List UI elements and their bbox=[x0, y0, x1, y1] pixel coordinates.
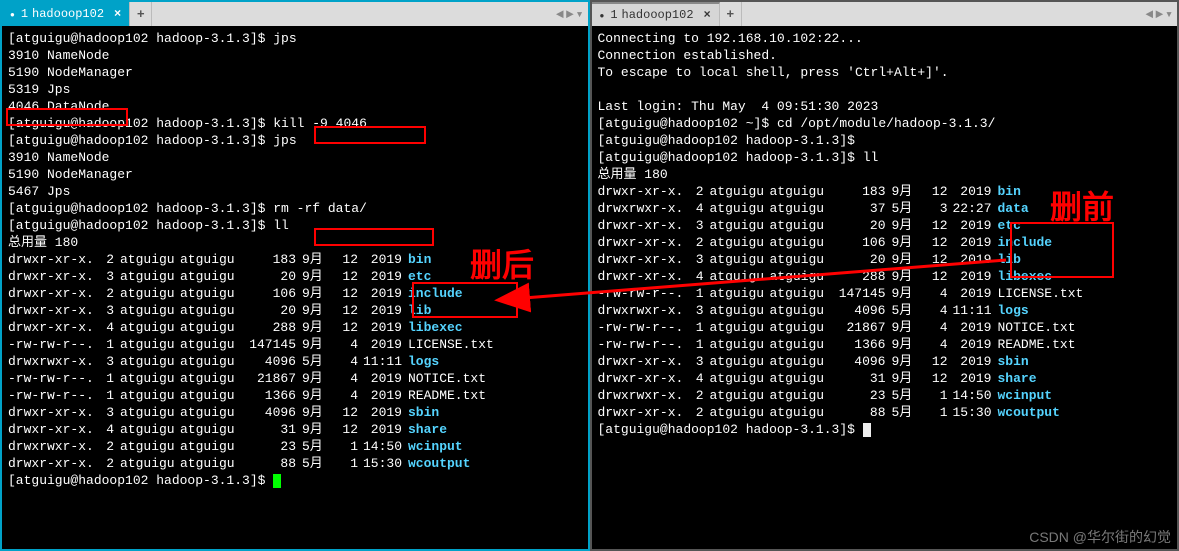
listing-row: drwxrwxr-x.2atguiguatguigu235月114:50wcin… bbox=[8, 438, 582, 455]
tab-status-dot bbox=[10, 7, 17, 21]
listing-row: drwxr-xr-x.3atguiguatguigu209月122019lib bbox=[8, 302, 582, 319]
listing-filename: include bbox=[408, 285, 463, 302]
output-line: Connection established. bbox=[598, 47, 1172, 64]
csdn-watermark: CSDN @华尔街的幻觉 bbox=[1029, 527, 1171, 547]
tabbar-left: 1 hadooop102 × + ◄ ► ▾ bbox=[2, 2, 588, 26]
chevron-down-icon[interactable]: ▾ bbox=[1165, 7, 1173, 22]
listing-row: drwxr-xr-x.4atguiguatguigu319月122019shar… bbox=[8, 421, 582, 438]
close-icon[interactable]: × bbox=[114, 7, 121, 21]
chevron-right-icon[interactable]: ► bbox=[566, 7, 574, 22]
output-line: 3910 NameNode bbox=[8, 47, 582, 64]
listing-filename: etc bbox=[998, 217, 1021, 234]
listing-row: drwxrwxr-x.3atguiguatguigu40965月411:11lo… bbox=[8, 353, 582, 370]
tabbar-nav-right: ◄ ► ▾ bbox=[1142, 2, 1177, 26]
listing-filename: README.txt bbox=[998, 336, 1076, 353]
listing-row: drwxr-xr-x.4atguiguatguigu2889月122019lib… bbox=[598, 268, 1172, 285]
annotation-after-delete: 删后 bbox=[470, 240, 534, 286]
prompt-line: [atguigu@hadoop102 hadoop-3.1.3]$ jps bbox=[8, 132, 582, 149]
listing-row: -rw-rw-r--.1atguiguatguigu218679月42019NO… bbox=[598, 319, 1172, 336]
add-tab-button-left[interactable]: + bbox=[130, 2, 152, 26]
listing-row: -rw-rw-r--.1atguiguatguigu1471459月42019L… bbox=[8, 336, 582, 353]
listing-row: drwxr-xr-x.2atguiguatguigu885月115:30wcou… bbox=[8, 455, 582, 472]
listing-row: -rw-rw-r--.1atguiguatguigu1471459月42019L… bbox=[598, 285, 1172, 302]
chevron-right-icon[interactable]: ► bbox=[1155, 7, 1163, 22]
listing-filename: bin bbox=[998, 183, 1021, 200]
listing-filename: include bbox=[998, 234, 1053, 251]
prompt-line: [atguigu@hadoop102 hadoop-3.1.3]$ bbox=[598, 421, 1172, 438]
tabbar-nav-left: ◄ ► ▾ bbox=[552, 2, 587, 26]
listing-filename: LICENSE.txt bbox=[408, 336, 494, 353]
tabbar-right: 1 hadooop102 × + ◄ ► ▾ bbox=[592, 2, 1178, 26]
output-line: 总用量 180 bbox=[598, 166, 1172, 183]
listing-row: drwxr-xr-x.3atguiguatguigu40969月122019sb… bbox=[598, 353, 1172, 370]
tab-label: hadooop102 bbox=[622, 8, 694, 22]
listing-filename: NOTICE.txt bbox=[408, 370, 486, 387]
listing-row: drwxr-xr-x.4atguiguatguigu319月122019shar… bbox=[598, 370, 1172, 387]
output-line: 5190 NodeManager bbox=[8, 64, 582, 81]
listing-filename: sbin bbox=[998, 353, 1029, 370]
listing-row: drwxr-xr-x.3atguiguatguigu40969月122019sb… bbox=[8, 404, 582, 421]
prompt-line: [atguigu@hadoop102 hadoop-3.1.3]$ rm -rf… bbox=[8, 200, 582, 217]
chevron-left-icon[interactable]: ◄ bbox=[1146, 7, 1154, 22]
close-icon[interactable]: × bbox=[704, 8, 711, 22]
listing-filename: data bbox=[998, 200, 1029, 217]
listing-filename: libexec bbox=[998, 268, 1053, 285]
output-line: Connecting to 192.168.10.102:22... bbox=[598, 30, 1172, 47]
listing-filename: libexec bbox=[408, 319, 463, 336]
tab-index: 1 bbox=[610, 8, 617, 22]
output-line: 3910 NameNode bbox=[8, 149, 582, 166]
output-line: 5190 NodeManager bbox=[8, 166, 582, 183]
annotation-before-delete: 删前 bbox=[1050, 182, 1114, 228]
tab-status-dot bbox=[600, 8, 607, 22]
listing-row: drwxrwxr-x.3atguiguatguigu40965月411:11lo… bbox=[598, 302, 1172, 319]
terminal-output-right[interactable]: Connecting to 192.168.10.102:22...Connec… bbox=[592, 26, 1178, 549]
terminal-pane-right: 1 hadooop102 × + ◄ ► ▾ Connecting to 192… bbox=[590, 0, 1179, 551]
listing-row: drwxr-xr-x.2atguiguatguigu1069月122019inc… bbox=[8, 285, 582, 302]
chevron-left-icon[interactable]: ◄ bbox=[556, 7, 564, 22]
add-tab-button-right[interactable]: + bbox=[720, 2, 742, 26]
prompt-line: [atguigu@hadoop102 hadoop-3.1.3]$ ll bbox=[8, 217, 582, 234]
tab-index: 1 bbox=[21, 7, 28, 21]
listing-row: -rw-rw-r--.1atguiguatguigu13669月42019REA… bbox=[8, 387, 582, 404]
output-line: 5319 Jps bbox=[8, 81, 582, 98]
output-line: Last login: Thu May 4 09:51:30 2023 bbox=[598, 98, 1172, 115]
listing-filename: LICENSE.txt bbox=[998, 285, 1084, 302]
chevron-down-icon[interactable]: ▾ bbox=[576, 7, 584, 22]
prompt-line: [atguigu@hadoop102 hadoop-3.1.3]$ bbox=[8, 472, 582, 489]
prompt-line: [atguigu@hadoop102 hadoop-3.1.3]$ bbox=[598, 132, 1172, 149]
listing-filename: bin bbox=[408, 251, 431, 268]
listing-filename: lib bbox=[408, 302, 431, 319]
listing-filename: NOTICE.txt bbox=[998, 319, 1076, 336]
listing-filename: wcinput bbox=[998, 387, 1053, 404]
listing-row: -rw-rw-r--.1atguiguatguigu13669月42019REA… bbox=[598, 336, 1172, 353]
listing-filename: wcoutput bbox=[408, 455, 470, 472]
listing-row: drwxr-xr-x.4atguiguatguigu2889月122019lib… bbox=[8, 319, 582, 336]
tab-left-1[interactable]: 1 hadooop102 × bbox=[2, 2, 130, 26]
prompt-line: [atguigu@hadoop102 hadoop-3.1.3]$ ll bbox=[598, 149, 1172, 166]
prompt-line: [atguigu@hadoop102 hadoop-3.1.3]$ kill -… bbox=[8, 115, 582, 132]
listing-filename: README.txt bbox=[408, 387, 486, 404]
listing-filename: logs bbox=[408, 353, 439, 370]
listing-row: drwxr-xr-x.2atguiguatguigu1069月122019inc… bbox=[598, 234, 1172, 251]
tab-label: hadooop102 bbox=[32, 7, 104, 21]
listing-filename: wcoutput bbox=[998, 404, 1060, 421]
listing-filename: sbin bbox=[408, 404, 439, 421]
output-line: 5467 Jps bbox=[8, 183, 582, 200]
listing-filename: etc bbox=[408, 268, 431, 285]
prompt-line: [atguigu@hadoop102 ~]$ cd /opt/module/ha… bbox=[598, 115, 1172, 132]
listing-row: drwxrwxr-x.2atguiguatguigu235月114:50wcin… bbox=[598, 387, 1172, 404]
listing-filename: share bbox=[998, 370, 1037, 387]
listing-filename: wcinput bbox=[408, 438, 463, 455]
output-line: 4046 DataNode bbox=[8, 98, 582, 115]
listing-row: -rw-rw-r--.1atguiguatguigu218679月42019NO… bbox=[8, 370, 582, 387]
listing-filename: logs bbox=[998, 302, 1029, 319]
listing-filename: lib bbox=[998, 251, 1021, 268]
prompt-line: [atguigu@hadoop102 hadoop-3.1.3]$ jps bbox=[8, 30, 582, 47]
listing-row: drwxr-xr-x.3atguiguatguigu209月122019lib bbox=[598, 251, 1172, 268]
terminal-output-left[interactable]: [atguigu@hadoop102 hadoop-3.1.3]$ jps391… bbox=[2, 26, 588, 549]
tab-right-1[interactable]: 1 hadooop102 × bbox=[592, 2, 720, 26]
output-line: To escape to local shell, press 'Ctrl+Al… bbox=[598, 64, 1172, 81]
listing-row: drwxr-xr-x.2atguiguatguigu885月115:30wcou… bbox=[598, 404, 1172, 421]
listing-filename: share bbox=[408, 421, 447, 438]
